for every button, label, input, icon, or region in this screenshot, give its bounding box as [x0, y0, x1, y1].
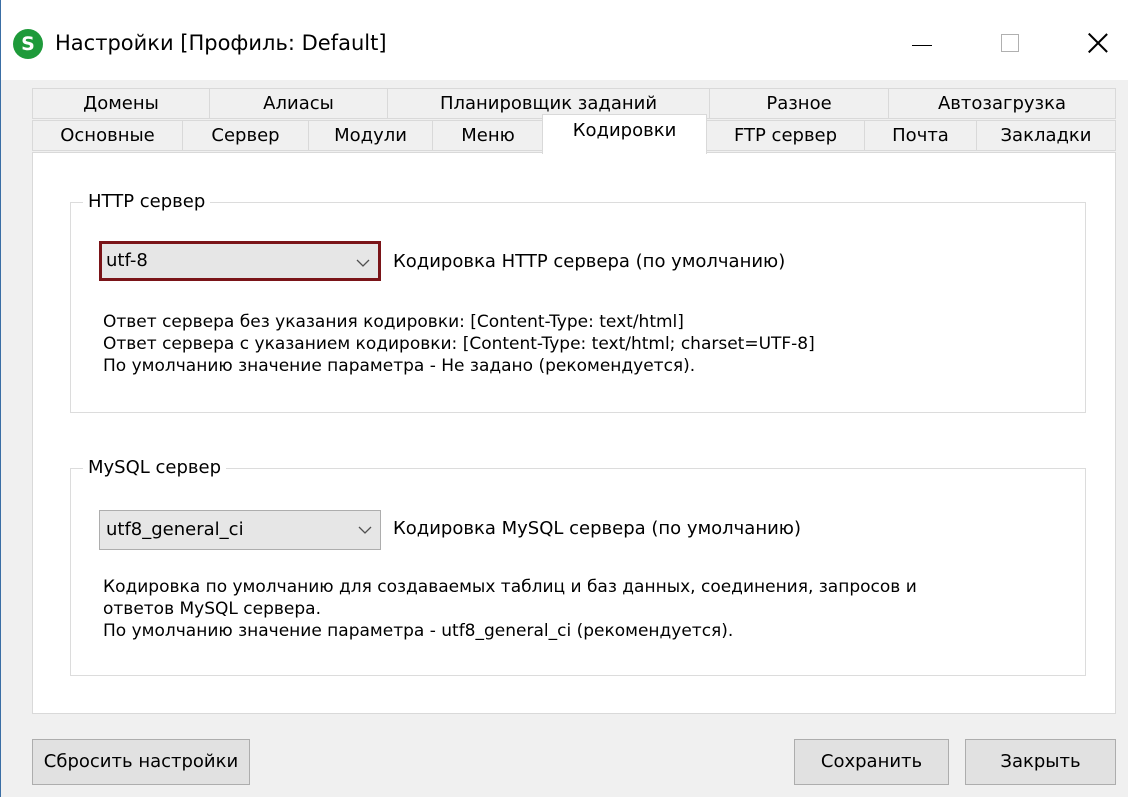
tab-mail[interactable]: Почта	[864, 120, 977, 151]
mysql-info-line: ответов MySQL сервера.	[103, 599, 321, 619]
http-info-line: Ответ сервера без указания кодировки: [C…	[103, 312, 684, 332]
tab-general[interactable]: Основные	[32, 120, 183, 151]
save-button[interactable]: Сохранить	[794, 739, 949, 785]
tab-aliases[interactable]: Алиасы	[209, 88, 388, 119]
tab-menu[interactable]: Меню	[432, 120, 544, 151]
close-window-button[interactable]	[1071, 20, 1125, 66]
http-encoding-select[interactable]: utf-8	[99, 241, 381, 281]
http-info-line: Ответ сервера с указанием кодировки: [Co…	[103, 334, 815, 354]
mysql-encoding-value: utf8_general_ci	[106, 519, 244, 540]
close-button[interactable]: Закрыть	[965, 739, 1116, 785]
tab-autostart[interactable]: Автозагрузка	[888, 88, 1116, 119]
close-icon	[1087, 32, 1109, 54]
minimize-icon	[912, 44, 932, 46]
reset-settings-button[interactable]: Сбросить настройки	[32, 739, 250, 785]
tab-encodings[interactable]: Кодировки	[542, 114, 707, 154]
tab-misc[interactable]: Разное	[709, 88, 889, 119]
http-server-group: HTTP сервер utf-8 Кодировка HTTP сервера…	[70, 188, 1086, 413]
mysql-info-line: Кодировка по умолчанию для создаваемых т…	[103, 577, 917, 597]
tab-modules[interactable]: Модули	[308, 120, 433, 151]
mysql-group-legend: MySQL сервер	[83, 454, 227, 482]
minimize-button[interactable]	[895, 20, 949, 66]
tab-ftp-server[interactable]: FTP сервер	[706, 120, 865, 151]
title-bar[interactable]: S Настройки [Профиль: Default]	[1, 0, 1128, 80]
tab-bookmarks[interactable]: Закладки	[976, 120, 1116, 151]
tab-server[interactable]: Сервер	[182, 120, 309, 151]
tab-domains[interactable]: Домены	[32, 88, 210, 119]
settings-window: S Настройки [Профиль: Default] Домены Ал…	[0, 0, 1128, 797]
encodings-panel: HTTP сервер utf-8 Кодировка HTTP сервера…	[32, 152, 1116, 714]
mysql-encoding-select[interactable]: utf8_general_ci	[99, 510, 381, 550]
maximize-button[interactable]	[983, 20, 1037, 66]
http-group-legend: HTTP сервер	[83, 188, 211, 216]
app-logo-icon: S	[13, 29, 43, 59]
window-title: Настройки [Профиль: Default]	[55, 31, 387, 55]
mysql-encoding-label: Кодировка MySQL сервера (по умолчанию)	[393, 518, 801, 539]
http-encoding-value: utf-8	[106, 250, 148, 271]
chevron-down-icon	[358, 526, 372, 534]
mysql-server-group: MySQL сервер utf8_general_ci Кодировка M…	[70, 454, 1086, 676]
mysql-info-line: По умолчанию значение параметра - utf8_g…	[103, 621, 734, 641]
http-info-line: По умолчанию значение параметра - Не зад…	[103, 356, 696, 376]
maximize-icon	[1001, 34, 1019, 52]
chevron-down-icon	[356, 259, 370, 267]
http-encoding-label: Кодировка HTTP сервера (по умолчанию)	[393, 251, 786, 272]
